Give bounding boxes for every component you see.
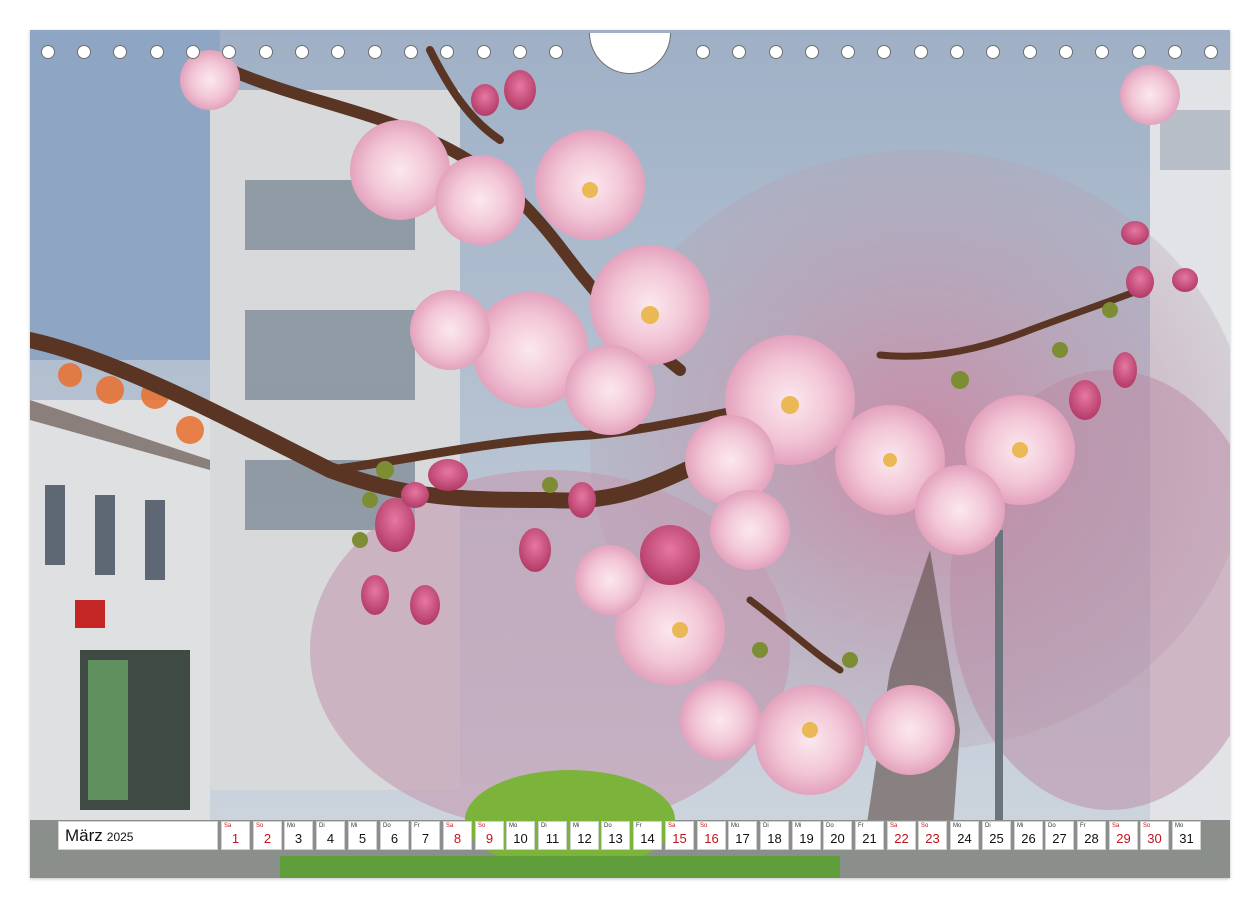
day-cell: So 2 (253, 821, 282, 850)
day-weekday: Fr (636, 823, 642, 829)
day-weekday: Mi (573, 823, 580, 829)
day-number: 17 (735, 831, 750, 846)
day-number: 9 (485, 831, 494, 846)
calendar-sheet: März 2025 Sa 1 So 2 Mo 3 Di 4 Mi 5 Do 6 Fr 7 Sa 8 So 9 Mo 10… (30, 30, 1230, 878)
day-cell: Fr 14 (633, 821, 662, 850)
day-cell: Mo 31 (1172, 821, 1201, 850)
day-number: 10 (513, 831, 528, 846)
day-cell: Fr 7 (411, 821, 440, 850)
day-weekday: Sa (668, 823, 676, 829)
day-cell: Mi 12 (570, 821, 599, 850)
day-cell: Mi 5 (348, 821, 377, 850)
day-cell: So 23 (918, 821, 947, 850)
day-weekday: So (256, 823, 264, 829)
day-number: 2 (263, 831, 272, 846)
day-number: 3 (294, 831, 303, 846)
day-number: 24 (957, 831, 972, 846)
day-cell: Do 20 (823, 821, 852, 850)
day-number: 28 (1084, 831, 1099, 846)
day-cell: Fr 21 (855, 821, 884, 850)
day-number: 15 (672, 831, 687, 846)
day-weekday: Do (826, 823, 834, 829)
day-number: 20 (830, 831, 845, 846)
day-weekday: Sa (224, 823, 232, 829)
day-number: 7 (421, 831, 430, 846)
day-number: 21 (862, 831, 877, 846)
day-cell: So 9 (475, 821, 504, 850)
day-weekday: So (1143, 823, 1151, 829)
day-weekday: Sa (1112, 823, 1120, 829)
day-cell: Di 11 (538, 821, 567, 850)
day-weekday: Mo (509, 823, 518, 829)
month-name: März 2025 (65, 826, 134, 845)
day-weekday: Do (604, 823, 612, 829)
day-number: 14 (640, 831, 655, 846)
day-number: 22 (894, 831, 909, 846)
day-weekday: Di (763, 823, 769, 829)
day-cell: Di 4 (316, 821, 345, 850)
day-cell: Do 13 (601, 821, 630, 850)
day-weekday: Sa (890, 823, 898, 829)
month-year: 2025 (106, 830, 134, 844)
day-number: 29 (1116, 831, 1131, 846)
day-weekday: So (478, 823, 486, 829)
day-weekday: Do (1048, 823, 1056, 829)
day-cell: Mo 17 (728, 821, 757, 850)
day-cell: Di 18 (760, 821, 789, 850)
day-weekday: Mo (953, 823, 962, 829)
day-number: 26 (1021, 831, 1036, 846)
day-weekday: Di (541, 823, 547, 829)
day-number: 16 (704, 831, 719, 846)
day-cell: So 16 (697, 821, 726, 850)
day-weekday: Fr (414, 823, 420, 829)
calendar-bar: März 2025 Sa 1 So 2 Mo 3 Di 4 Mi 5 Do 6 Fr 7 Sa 8 So 9 Mo 10… (58, 821, 1202, 850)
day-weekday: Mi (795, 823, 802, 829)
day-cell: Fr 28 (1077, 821, 1106, 850)
day-number: 23 (925, 831, 940, 846)
day-cell: Di 25 (982, 821, 1011, 850)
day-number: 5 (358, 831, 367, 846)
day-number: 31 (1179, 831, 1194, 846)
day-weekday: Do (383, 823, 391, 829)
day-cell: Sa 29 (1109, 821, 1138, 850)
day-number: 18 (767, 831, 782, 846)
day-number: 30 (1147, 831, 1162, 846)
day-number: 4 (326, 831, 335, 846)
day-weekday: So (700, 823, 708, 829)
day-cell: Do 27 (1045, 821, 1074, 850)
day-cell: Sa 8 (443, 821, 472, 850)
day-cell: Sa 22 (887, 821, 916, 850)
day-weekday: Fr (858, 823, 864, 829)
day-weekday: Di (319, 823, 325, 829)
month-label-cell: März 2025 (58, 821, 218, 850)
day-cell: Sa 1 (221, 821, 250, 850)
day-weekday: So (921, 823, 929, 829)
day-number: 1 (231, 831, 240, 846)
day-number: 6 (390, 831, 399, 846)
day-weekday: Mo (1175, 823, 1184, 829)
day-weekday: Fr (1080, 823, 1086, 829)
day-number: 11 (545, 831, 560, 846)
day-cell: Mo 3 (284, 821, 313, 850)
day-cell: Sa 15 (665, 821, 694, 850)
day-number: 13 (608, 831, 623, 846)
day-number: 12 (577, 831, 592, 846)
day-cell: Do 6 (380, 821, 409, 850)
day-cell: Mo 24 (950, 821, 979, 850)
day-number: 25 (989, 831, 1004, 846)
day-cell: So 30 (1140, 821, 1169, 850)
day-weekday: Mi (1017, 823, 1024, 829)
day-weekday: Di (985, 823, 991, 829)
day-number: 8 (453, 831, 462, 846)
day-weekday: Mo (287, 823, 296, 829)
cherry-blossom-photo (30, 30, 1230, 878)
day-cell: Mi 19 (792, 821, 821, 850)
day-cell: Mo 10 (506, 821, 535, 850)
day-number: 27 (1052, 831, 1067, 846)
day-cell: Mi 26 (1014, 821, 1043, 850)
day-weekday: Mi (351, 823, 358, 829)
day-number: 19 (799, 831, 814, 846)
day-weekday: Mo (731, 823, 740, 829)
day-weekday: Sa (446, 823, 454, 829)
